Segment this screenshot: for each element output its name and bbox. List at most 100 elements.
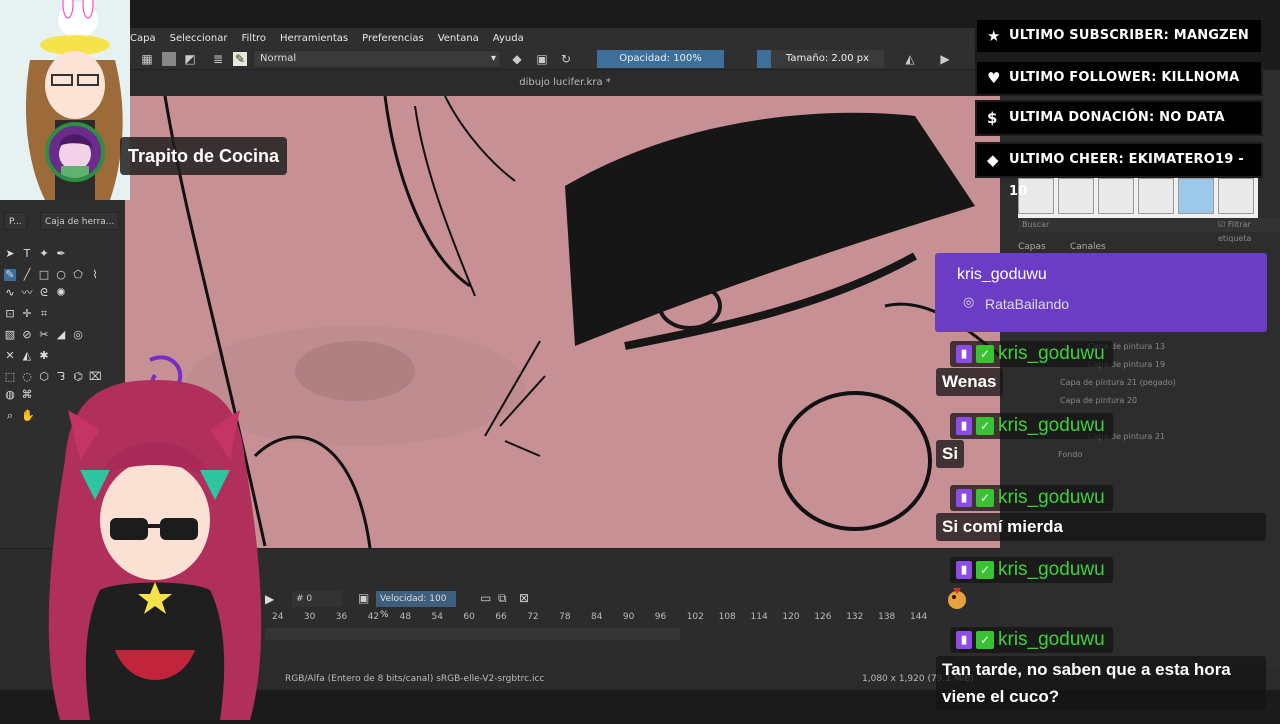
alert-row: $ ULTIMA DONACIÓN: NO DATA	[975, 100, 1263, 136]
select-tool-icon[interactable]: ➤	[4, 248, 16, 260]
tab-canales[interactable]: Canales	[1070, 242, 1106, 252]
frame-number: 132	[846, 612, 864, 622]
layer-row[interactable]: Capa de pintura 20	[1018, 392, 1280, 410]
bezier-select-icon[interactable]: ◍	[4, 389, 16, 401]
brush-preset-3[interactable]	[1098, 178, 1134, 214]
onion-skin-icon[interactable]: ⧉	[498, 591, 507, 606]
menu-seleccionar[interactable]: Seleccionar	[170, 33, 228, 44]
ellipse-tool-icon[interactable]: ○	[55, 269, 67, 281]
chat-username: ▮ ✓ kris_goduwu	[950, 485, 1113, 511]
gradient-swatch[interactable]	[162, 52, 176, 66]
fill-tool-icon[interactable]: ◢	[55, 329, 67, 341]
mirror-vertical-icon[interactable]: ▶	[938, 52, 952, 66]
alert-text: ULTIMA DONACIÓN: NO DATA	[1009, 110, 1225, 125]
subscriber-badge-icon: ▮	[956, 417, 972, 435]
eraser-icon[interactable]: ◆	[510, 52, 524, 66]
timeline-track[interactable]	[265, 628, 680, 640]
menu-filtro[interactable]: Filtro	[242, 33, 267, 44]
frame-number: 60	[463, 612, 475, 622]
edit-shapes-icon[interactable]: ✦	[38, 248, 50, 260]
frame-number: 42	[367, 612, 380, 622]
chat-username: ▮ ✓ kris_goduwu	[950, 627, 1113, 653]
tab-capas[interactable]: Capas	[1018, 242, 1046, 252]
frame-number: 36	[335, 612, 348, 622]
brush-search-input[interactable]: Buscar ☑ Filtrar etiqueta	[1018, 218, 1280, 243]
freehand-path-icon[interactable]: 〰	[21, 287, 33, 299]
mirror-horizontal-icon[interactable]: ◭	[903, 52, 917, 66]
polygon-tool-icon[interactable]: ⬠	[72, 269, 84, 281]
menu-capa[interactable]: Capa	[130, 33, 156, 44]
size-slider[interactable]: Tamaño: 2.00 px	[757, 50, 884, 68]
verified-badge-icon: ✓	[976, 489, 994, 507]
frame-number: 84	[591, 612, 603, 622]
menu-ayuda[interactable]: Ayuda	[493, 33, 524, 44]
chat-username-text: kris_goduwu	[998, 487, 1105, 508]
frame-number: 108	[718, 612, 736, 622]
pattern-icon[interactable]: ▦	[140, 52, 154, 66]
emote-icon	[946, 586, 968, 610]
layer-row[interactable]: Capa de pintura 21 (pegado)	[1018, 374, 1280, 392]
chat-username-text: kris_goduwu	[998, 629, 1105, 650]
measure-tool-icon[interactable]: ◭	[21, 350, 33, 362]
magnetic-select-icon[interactable]: ⌘	[21, 389, 33, 401]
alpha-lock-icon[interactable]: ▣	[535, 52, 549, 66]
filter-tag-checkbox[interactable]: ☑ Filtrar etiqueta	[1218, 218, 1280, 246]
polyline-tool-icon[interactable]: ⌇	[89, 269, 101, 281]
tab-p[interactable]: P...	[4, 212, 27, 230]
brush-settings-icon[interactable]: ≣	[211, 52, 225, 66]
text-tool-icon[interactable]: T	[21, 248, 33, 260]
bezier-tool-icon[interactable]: ∿	[4, 287, 16, 299]
highlight-username: kris_goduwu	[957, 266, 1047, 283]
menu-herramientas[interactable]: Herramientas	[280, 33, 348, 44]
alert-text: ULTIMO SUBSCRIBER: MANGZEN	[1009, 28, 1249, 43]
frame-number: 96	[654, 612, 667, 622]
frame-icon[interactable]: ▭	[480, 591, 491, 605]
assistant-tool-icon[interactable]: ✕	[4, 350, 16, 362]
brush-tool-icon[interactable]: ✎	[4, 269, 16, 281]
size-label: Tamaño: 2.00 px	[785, 53, 870, 64]
color-swatch-icon[interactable]: ◩	[183, 52, 197, 66]
gradient-tool-icon[interactable]: ▧	[4, 329, 16, 341]
search-placeholder: Buscar	[1022, 220, 1050, 229]
brush-preset-5[interactable]	[1178, 178, 1214, 214]
brush-preset-6[interactable]	[1218, 178, 1254, 214]
verified-badge-icon: ✓	[976, 631, 994, 649]
brush-preset-2[interactable]	[1058, 178, 1094, 214]
rectangle-tool-icon[interactable]: □	[38, 269, 50, 281]
drop-frames-icon[interactable]: ▣	[358, 591, 369, 605]
subscriber-badge-icon: ▮	[956, 345, 972, 363]
frame-number: 90	[622, 612, 635, 622]
line-tool-icon[interactable]: ╱	[21, 269, 33, 281]
smart-patch-icon[interactable]: ✂	[38, 329, 50, 341]
tab-toolbox[interactable]: Caja de herra...	[40, 212, 120, 230]
frame-number: 144	[910, 612, 928, 622]
move-tool-icon[interactable]: ✛	[21, 308, 33, 320]
settings-icon[interactable]: ⊠	[519, 591, 529, 605]
rect-select-icon[interactable]: ⬚	[4, 371, 16, 383]
calligraphy-icon[interactable]: ✒	[55, 248, 67, 260]
menu-preferencias[interactable]: Preferencias	[362, 33, 424, 44]
pan-tool-icon[interactable]: ✋	[21, 410, 35, 422]
ellipse-select-icon[interactable]: ◌	[21, 371, 33, 383]
color-picker-icon[interactable]: ⊘	[21, 329, 33, 341]
brush-preset-4[interactable]	[1138, 178, 1174, 214]
enclose-fill-icon[interactable]: ◎	[72, 329, 84, 341]
multibrush-icon[interactable]: ✺	[55, 287, 67, 299]
chevron-down-icon: ▾	[490, 53, 496, 64]
menu-ventana[interactable]: Ventana	[438, 33, 479, 44]
transform-tool-icon[interactable]: ⊡	[4, 308, 16, 320]
zoom-tool-icon[interactable]: ⌕	[4, 410, 16, 422]
brush-preset-icon[interactable]: ✎	[233, 52, 247, 66]
crop-tool-icon[interactable]: ⌗	[38, 308, 50, 320]
frame-input[interactable]: # 0	[292, 591, 342, 607]
subscriber-badge-icon: ▮	[956, 561, 972, 579]
layer-row[interactable]: Fondo	[1018, 446, 1280, 464]
diamond-icon: ◆	[987, 151, 999, 169]
dynamic-brush-icon[interactable]: ᘓ	[38, 287, 50, 299]
blend-mode-select[interactable]: Normal ▾	[253, 50, 501, 68]
opacity-slider[interactable]: Opacidad: 100%	[597, 50, 724, 68]
frame-number: 78	[559, 612, 571, 622]
chat-username-text: kris_goduwu	[998, 415, 1105, 436]
speed-slider[interactable]: Velocidad: 100 %	[376, 591, 456, 620]
reload-icon[interactable]: ↻	[559, 52, 573, 66]
